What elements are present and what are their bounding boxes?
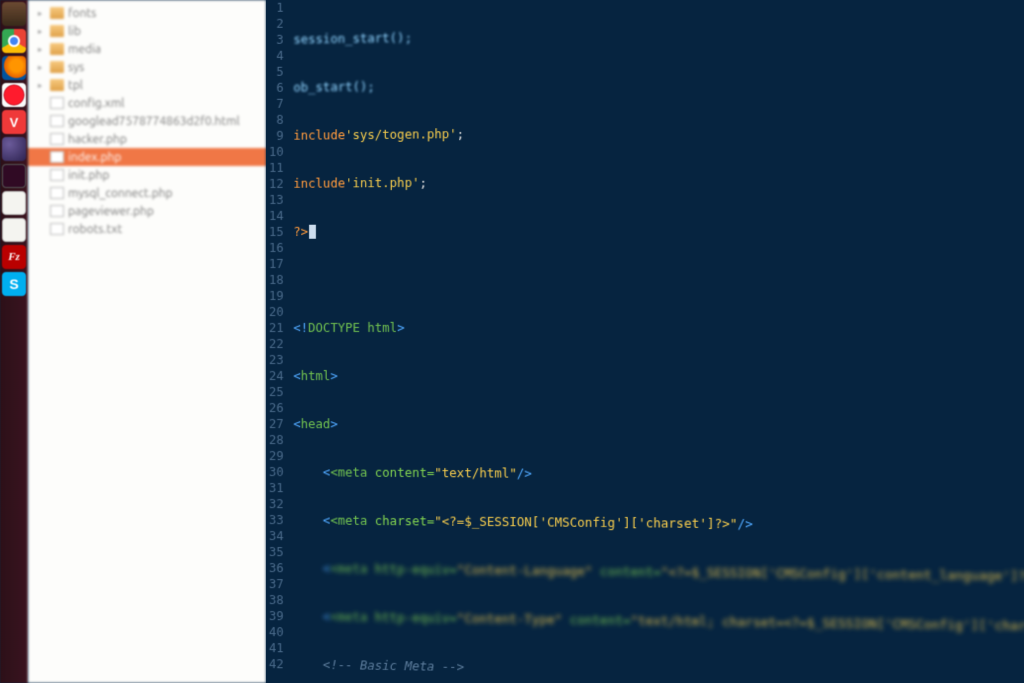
tree-label: fonts [68, 7, 96, 20]
tree-label: pageviewer.php [68, 205, 154, 218]
launcher-skype-icon[interactable] [2, 272, 26, 296]
launcher-terminal-icon[interactable] [2, 164, 26, 188]
tree-file[interactable]: init.php [28, 166, 266, 184]
line-number-gutter: 1234567891011121314151617181920212223242… [266, 0, 289, 683]
tree-file-selected[interactable]: index.php [28, 148, 266, 166]
tree-file[interactable]: robots.txt [28, 220, 266, 238]
tree-label: hacker.php [68, 133, 127, 146]
launcher-text-icon[interactable] [2, 191, 26, 215]
tree-label: robots.txt [68, 223, 122, 236]
launcher-chrome-icon[interactable] [2, 29, 26, 53]
folder-icon [50, 61, 64, 73]
php-file-icon [50, 133, 64, 145]
folder-icon [50, 79, 64, 91]
tree-file[interactable]: googlead7578774863d2f0.html [28, 112, 266, 130]
file-icon [50, 115, 64, 127]
php-file-icon [50, 169, 64, 181]
file-tree-sidebar[interactable]: ▸fonts ▸lib ▸media ▸sys ▸tpl config.xml … [28, 0, 266, 683]
tree-label: init.php [68, 169, 109, 182]
launcher-pdf-icon[interactable] [2, 218, 26, 242]
tree-label: sys [68, 61, 84, 74]
php-file-icon [50, 187, 64, 199]
tree-folder[interactable]: ▸lib [28, 22, 266, 40]
tree-file[interactable]: mysql_connect.php [28, 184, 266, 202]
file-icon [50, 97, 64, 109]
launcher-files-icon[interactable] [2, 2, 26, 26]
folder-icon [50, 25, 64, 37]
php-file-icon [50, 151, 64, 163]
tree-folder[interactable]: ▸tpl [28, 76, 266, 94]
launcher-eclipse-icon[interactable] [2, 137, 26, 161]
tree-file[interactable]: pageviewer.php [28, 202, 266, 220]
launcher-vivaldi-icon[interactable] [2, 110, 26, 134]
tree-label: media [68, 43, 101, 56]
text-cursor [309, 225, 316, 239]
tree-label: tpl [68, 79, 83, 92]
folder-icon [50, 43, 64, 55]
tree-label: lib [68, 25, 81, 38]
tree-folder[interactable]: ▸fonts [28, 4, 266, 22]
tree-label: googlead7578774863d2f0.html [68, 115, 240, 128]
file-icon [50, 223, 64, 235]
tree-folder[interactable]: ▸sys [28, 58, 266, 76]
launcher-opera-icon[interactable] [2, 83, 26, 107]
tree-file[interactable]: hacker.php [28, 130, 266, 148]
tree-label: config.xml [68, 97, 124, 110]
folder-icon [50, 7, 64, 19]
ubuntu-launcher [0, 0, 28, 683]
tree-label: mysql_connect.php [68, 187, 173, 200]
tree-file[interactable]: config.xml [28, 94, 266, 112]
code-content[interactable]: session_start(); ob_start(); include'sys… [289, 0, 1024, 683]
launcher-firefox-icon[interactable] [2, 56, 26, 80]
tree-folder[interactable]: ▸media [28, 40, 266, 58]
php-file-icon [50, 205, 64, 217]
code-editor[interactable]: 1234567891011121314151617181920212223242… [266, 0, 1024, 683]
launcher-filezilla-icon[interactable] [2, 245, 26, 269]
tree-label: index.php [68, 151, 121, 164]
